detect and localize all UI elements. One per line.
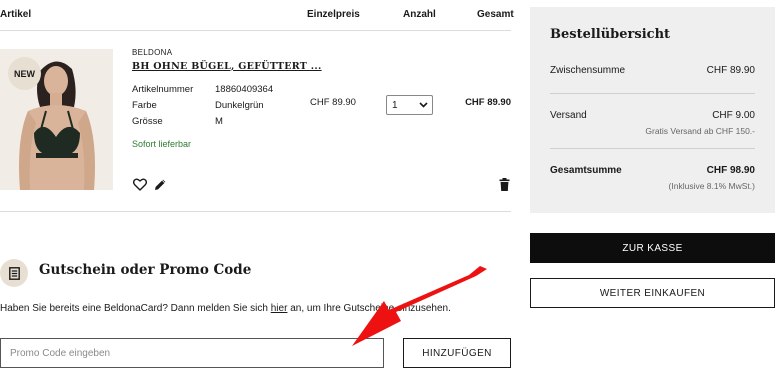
product-brand: BELDONA [132, 48, 173, 57]
item-total-price: CHF 89.90 [465, 97, 511, 108]
heart-icon[interactable] [132, 176, 148, 192]
receipt-icon [0, 259, 28, 287]
shipping-label: Versand [550, 110, 587, 121]
product-name-link[interactable]: BH OHNE BÜGEL, GEFÜTTERT ... [132, 61, 322, 72]
subtotal-label: Zwischensumme [550, 65, 626, 76]
attr-label-color: Farbe [132, 100, 157, 111]
total-label: Gesamtsumme [550, 165, 622, 176]
quantity-value: 1 [392, 99, 398, 111]
promo-code-input[interactable] [0, 338, 384, 368]
add-promo-button[interactable]: HINZUFÜGEN [403, 338, 511, 368]
summary-title: Bestellübersicht [550, 27, 671, 42]
quantity-select[interactable]: 1 [386, 95, 433, 115]
total-value: CHF 98.90 [706, 165, 755, 176]
attr-label-size: Grösse [132, 116, 163, 127]
item-divider [0, 211, 511, 212]
continue-shopping-button[interactable]: WEITER EINKAUFEN [530, 278, 775, 308]
column-header-article: Artikel [0, 9, 32, 20]
attr-label-article-number: Artikelnummer [132, 84, 194, 95]
promo-text-before: Haben Sie bereits eine BeldonaCard? Dann… [0, 303, 271, 314]
attr-value-size: M [215, 116, 223, 127]
promo-login-text: Haben Sie bereits eine BeldonaCard? Dann… [0, 303, 451, 314]
login-link[interactable]: hier [271, 303, 288, 314]
column-header-total: Gesamt [477, 9, 514, 20]
summary-divider-1 [550, 93, 755, 94]
header-divider [0, 30, 511, 31]
summary-divider-2 [550, 148, 755, 149]
new-badge: NEW [8, 57, 41, 90]
trash-icon[interactable] [496, 176, 512, 192]
column-header-unit-price: Einzelpreis [307, 9, 360, 20]
unit-price: CHF 89.90 [310, 97, 356, 108]
subtotal-value: CHF 89.90 [706, 65, 755, 76]
chevron-down-icon [419, 100, 428, 111]
attr-value-color: Dunkelgrün [215, 100, 264, 111]
free-shipping-note: Gratis Versand ab CHF 150.- [645, 126, 755, 136]
pencil-icon[interactable] [152, 176, 168, 192]
promo-text-after: an, um Ihre Gutscheine einzusehen. [287, 303, 451, 314]
stock-status: Sofort lieferbar [132, 139, 192, 149]
attr-value-article-number: 18860409364 [215, 84, 274, 95]
vat-note: (Inklusive 8.1% MwSt.) [668, 181, 755, 191]
checkout-button[interactable]: ZUR KASSE [530, 233, 775, 263]
promo-title: Gutschein oder Promo Code [39, 262, 252, 278]
shipping-value: CHF 9.00 [712, 110, 755, 121]
column-header-quantity: Anzahl [403, 9, 436, 20]
